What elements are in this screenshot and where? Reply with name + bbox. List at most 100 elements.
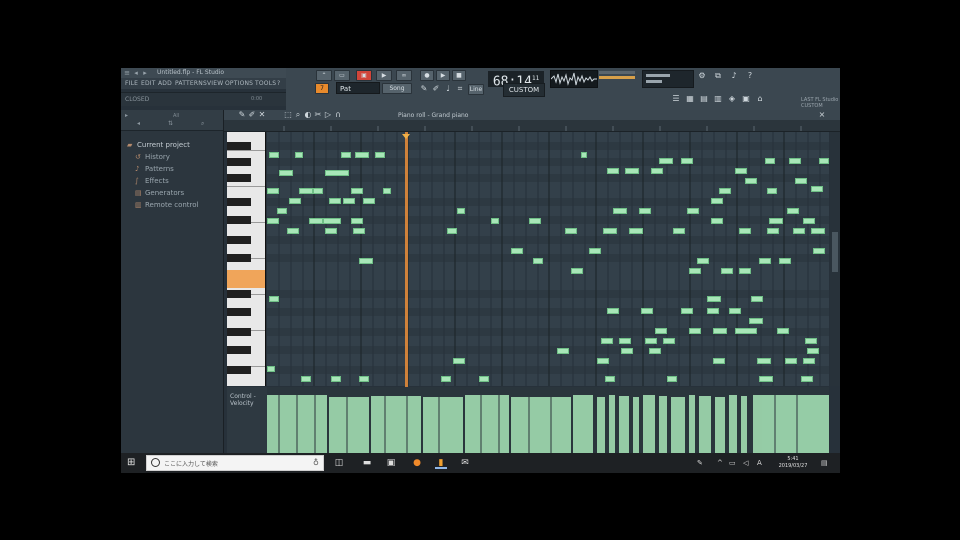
mixer-icon[interactable]: ⧉ [714, 72, 722, 80]
microphone-icon[interactable]: ♁ [313, 458, 319, 467]
note[interactable] [645, 338, 657, 344]
pattern-selector[interactable]: Pat [336, 82, 380, 94]
record-button[interactable]: ● [420, 70, 434, 81]
menu-tools[interactable]: TOOLS [255, 80, 276, 87]
select-tool-icon[interactable]: ⬚ [284, 111, 292, 119]
channel-rack-icon[interactable]: ▤ [700, 95, 708, 103]
note[interactable] [353, 228, 365, 234]
note[interactable] [603, 228, 617, 234]
note[interactable] [735, 168, 747, 174]
tree-item-current-project[interactable]: ▰ Current project [127, 141, 190, 149]
tree-item-history[interactable]: ↺ History [135, 153, 170, 161]
brush-icon[interactable]: ✐ [432, 85, 440, 93]
scrollbar-thumb[interactable] [832, 232, 838, 272]
note[interactable] [355, 152, 369, 158]
snap-icon[interactable]: ⌗ [456, 85, 464, 93]
black-key[interactable] [227, 142, 251, 150]
note[interactable] [711, 198, 723, 204]
note[interactable] [795, 178, 807, 184]
note[interactable] [793, 228, 805, 234]
note[interactable] [589, 248, 601, 254]
playlist-icon[interactable]: ☰ [672, 95, 680, 103]
note[interactable] [735, 328, 757, 334]
note[interactable] [383, 188, 391, 194]
close-icon[interactable]: × [818, 111, 826, 119]
sort-icon[interactable]: ⇅ [168, 121, 174, 127]
note[interactable] [655, 328, 667, 334]
black-key[interactable] [227, 198, 251, 206]
menu-file[interactable]: FILE [125, 80, 138, 87]
note[interactable] [681, 308, 693, 314]
black-key[interactable] [227, 308, 251, 316]
taskbar-search-box[interactable]: ここに入力して検索 ♁ [146, 455, 324, 471]
black-key[interactable] [227, 346, 251, 354]
note[interactable] [277, 208, 287, 214]
note[interactable] [329, 198, 341, 204]
note[interactable] [607, 308, 619, 314]
note[interactable] [309, 218, 323, 224]
note[interactable] [789, 158, 801, 164]
windows-start-icon[interactable]: ⊞ [127, 458, 137, 468]
note[interactable] [625, 168, 639, 174]
note[interactable] [571, 268, 583, 274]
taskbar-clock[interactable]: 5:41 2019/03/27 [771, 456, 815, 470]
note[interactable] [343, 198, 355, 204]
note[interactable] [479, 376, 489, 382]
arrow-left-icon[interactable]: ◂ [133, 70, 139, 77]
note[interactable] [711, 218, 723, 224]
note[interactable] [287, 228, 299, 234]
black-key[interactable] [227, 254, 251, 262]
magnet-icon[interactable]: ∩ [334, 111, 342, 119]
note-grid[interactable] [267, 132, 829, 386]
piano-keyboard[interactable] [227, 132, 266, 386]
note[interactable] [447, 228, 457, 234]
note[interactable] [803, 358, 815, 364]
note[interactable] [697, 258, 709, 264]
menu-edit[interactable]: EDIT [141, 80, 156, 87]
delete-tool-icon[interactable]: ✕ [258, 111, 266, 119]
note[interactable] [749, 318, 763, 324]
note[interactable] [787, 208, 799, 214]
chevron-up-icon[interactable]: ^ [717, 459, 723, 467]
tree-item-generators[interactable]: ▤ Generators [135, 189, 184, 197]
note[interactable] [441, 376, 451, 382]
note[interactable] [659, 158, 673, 164]
timeline-ruler[interactable] [224, 120, 840, 132]
vertical-scrollbar[interactable] [830, 132, 840, 386]
note[interactable] [325, 228, 337, 234]
note[interactable] [803, 218, 815, 224]
note[interactable] [613, 208, 627, 214]
note[interactable] [759, 258, 771, 264]
ime-indicator[interactable]: A [757, 459, 762, 467]
note[interactable] [359, 258, 373, 264]
song-mode-button[interactable]: Song [382, 83, 412, 94]
mail-icon[interactable]: ✉ [459, 457, 471, 469]
metronome-button[interactable]: ⌃ [316, 70, 332, 81]
note[interactable] [323, 218, 341, 224]
note[interactable] [713, 358, 725, 364]
snap-selector[interactable]: Line [468, 84, 484, 95]
tempo-display[interactable]: CUSTOM [503, 83, 545, 97]
note[interactable] [739, 228, 751, 234]
note[interactable] [619, 338, 631, 344]
piano-roll-icon[interactable]: ▦ [686, 95, 694, 103]
note[interactable] [707, 296, 721, 302]
loop-button[interactable]: ∞ [396, 70, 412, 81]
note[interactable] [765, 158, 775, 164]
note[interactable] [605, 376, 615, 382]
volume-icon[interactable]: ◁ [743, 459, 748, 467]
note[interactable] [359, 376, 369, 382]
note[interactable] [453, 358, 465, 364]
black-key[interactable] [227, 236, 251, 244]
note[interactable] [457, 208, 465, 214]
note[interactable] [641, 308, 653, 314]
paint-tool-icon[interactable]: ✐ [248, 111, 256, 119]
pencil-icon[interactable]: ✎ [420, 85, 428, 93]
note[interactable] [649, 348, 661, 354]
black-key[interactable] [227, 158, 251, 166]
zoom-tool-icon[interactable]: ⌕ [294, 111, 302, 119]
note[interactable] [759, 376, 773, 382]
note[interactable] [767, 228, 779, 234]
fl-studio-icon[interactable]: ▮ [435, 457, 447, 469]
note[interactable] [557, 348, 569, 354]
